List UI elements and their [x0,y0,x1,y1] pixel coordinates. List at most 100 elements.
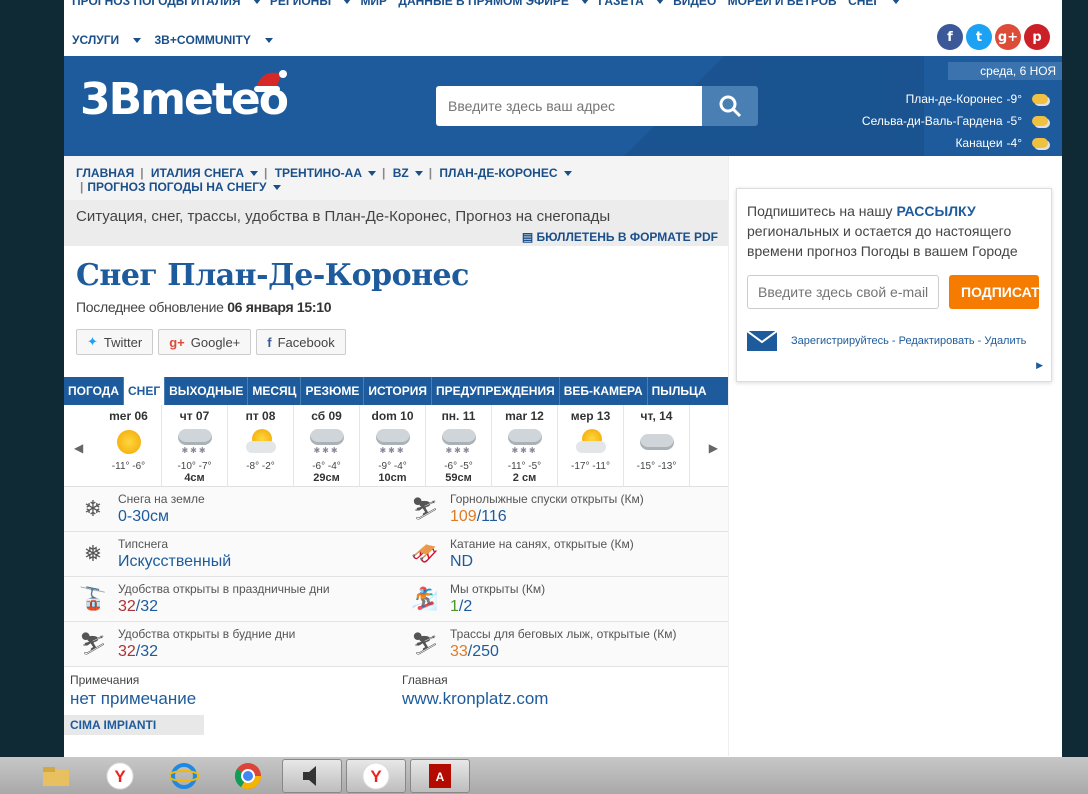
svg-text:Y: Y [370,767,382,786]
share-facebook-button[interactable]: f Facebook [256,329,346,355]
cross-country-ski-icon: ⛷ [411,631,439,656]
tab-snow[interactable]: СНЕГ [124,377,166,405]
forecast-day[interactable]: пт 08 -8° -2° [228,405,294,486]
tab-warnings[interactable]: ПРЕДУПРЕЖДЕНИЯ [432,377,560,405]
search-icon [719,95,742,118]
prev-arrow-icon[interactable]: ◀ [74,441,83,455]
newsletter-box: Подпишитесь на нашу РАССЫЛКУ региональных… [736,188,1052,382]
nav-gazette[interactable]: ГАЗЕТА [598,0,643,8]
nav-world[interactable]: МИР [360,0,387,8]
tab-webcam[interactable]: ВЕБ-КАМЕРА [560,377,648,405]
city-item[interactable]: Канацеи -4° [862,132,1048,154]
breadcrumb-trentino[interactable]: ТРЕНТИНО-АА [275,166,362,180]
breadcrumb-snow-forecast[interactable]: ПРОГНОЗ ПОГОДЫ НА СНЕГУ [87,180,266,194]
next-icon[interactable]: ▶ [1036,360,1043,371]
forecast-day-label: мер 13 [570,409,611,423]
search-input[interactable] [436,86,702,126]
sun-cloud-icon [1032,94,1048,104]
share-google-button[interactable]: g+ Google+ [158,329,252,355]
forecast-temp: -8° -2° [246,461,275,472]
snow-cloud-icon: ✱✱✱ [177,429,212,455]
nav-video[interactable]: ВИДЕО [673,0,716,8]
googleplus-icon: g+ [169,334,185,350]
tab-summary[interactable]: РЕЗЮМЕ [301,377,365,405]
situation-text: Ситуация, снег, трассы, удобства в План-… [76,208,611,225]
tab-weekend[interactable]: ВЫХОДНЫЕ [165,377,249,405]
facebook-icon: f [267,334,272,350]
twitter-icon: ✦ [87,334,98,349]
snow-crystal-icon: ❅ [83,541,103,566]
page-title: Снег План-Де-Коронес [76,258,469,293]
breadcrumb-home[interactable]: ГЛАВНАЯ [76,166,134,180]
nav-services[interactable]: УСЛУГИ [72,33,119,47]
register-links[interactable]: Зарегистрируйтесь - Редактировать - Удал… [791,335,1026,347]
forecast-day[interactable]: mer 06 -11° -6° [96,405,162,486]
notes-value: нет примечание [70,689,197,708]
email-field[interactable] [747,275,939,309]
snow-type: ❅ Типснега Искусственный [64,532,396,577]
nav-live[interactable]: ДАННЫЕ В ПРЯМОМ ЭФИРЕ [398,0,569,8]
cima-impianti-header[interactable]: CIMA IMPIANTI [64,715,204,735]
forecast-day[interactable]: mar 12 ✱✱✱ -11° -5° 2 см [492,405,558,486]
envelope-icon [746,330,778,351]
sun-cloud-icon [1032,138,1048,148]
next-arrow-icon[interactable]: ▶ [709,441,718,455]
breadcrumb-bz[interactable]: BZ [393,166,409,180]
forecast-day[interactable]: чт, 14 -15° -13° [624,405,690,486]
tab-weather[interactable]: ПОГОДА [64,377,124,405]
tab-pollen[interactable]: ПЫЛЬЦА [648,377,711,405]
nav-community[interactable]: 3B+COMMUNITY [155,33,251,47]
yandex-active-icon[interactable]: Y [346,758,406,793]
forecast-day[interactable]: dom 10 ✱✱✱ -9° -4° 10cm [360,405,426,486]
pinterest-icon[interactable]: p [1024,24,1050,50]
ski-jump-icon: ⛷ [79,631,107,656]
nav-regions[interactable]: РЕГИОНЫ [270,0,331,8]
facebook-icon[interactable]: f [937,24,963,50]
forecast-day[interactable]: пн. 11 ✱✱✱ -6° -5° 59см [426,405,492,486]
city-item[interactable]: План-де-Коронес -9° [862,88,1048,110]
snow-cloud-icon: ✱✱✱ [309,429,344,455]
sun-cloud-icon [574,429,608,455]
santa-hat-icon [254,70,287,92]
forecast-day-label: пн. 11 [441,409,476,423]
home-label: Главная [402,673,448,687]
forecast-snow: 59см [445,472,472,484]
share-twitter-button[interactable]: ✦ Twitter [76,329,154,355]
tab-month[interactable]: МЕСЯЦ [248,377,302,405]
breadcrumb-plan[interactable]: ПЛАН-ДЕ-КОРОНЕС [439,166,557,180]
subscribe-button[interactable]: ПОДПИСАТЬСЯ [949,275,1039,309]
forecast-day-label: сб 09 [311,409,342,423]
search-button[interactable] [702,86,758,126]
home-link[interactable]: www.kronplatz.com [402,689,722,709]
pdf-icon: ▤ [521,230,537,244]
snow-cloud-icon: ✱✱✱ [441,429,476,455]
forecast-day[interactable]: сб 09 ✱✱✱ -6° -4° 29см [294,405,360,486]
city-item[interactable]: Сельва-ди-Валь-Гардена -5° [862,110,1048,132]
file-explorer-icon[interactable] [26,759,86,793]
cloud-icon [639,434,674,450]
chrome-icon[interactable] [218,759,278,793]
forecast-snow: 2 см [512,472,537,484]
forecast-temp: -11° -6° [111,461,146,472]
yandex-browser-icon[interactable]: Y [90,759,150,793]
nav-snow[interactable]: СНЕГ [848,0,880,8]
address-search [436,86,758,126]
svg-text:A: A [436,770,445,784]
forecast-day[interactable]: мер 13 -17° -11° [558,405,624,486]
twitter-icon[interactable]: t [966,24,992,50]
googleplus-icon[interactable]: g+ [995,24,1021,50]
pdf-bulletin-link[interactable]: ▤ БЮЛЛЕТЕНЬ В ФОРМАТЕ PDF [522,230,718,244]
forecast-snow: 10cm [378,472,407,484]
breadcrumb-italy-snow[interactable]: ИТАЛИЯ СНЕГА [151,166,244,180]
newsletter-text: Подпишитесь на нашу РАССЫЛКУ региональных… [747,203,1018,259]
nav-italy[interactable]: ПРОГНОЗ ПОГОДЫ ИТАЛИЯ [72,0,241,8]
forecast-temp: -6° -4° [312,461,341,472]
notes-label: Примечания [70,673,140,687]
pdf-reader-icon[interactable]: A [410,758,470,793]
nav-seas[interactable]: МОРЕЙ И ВЕТРОВ [728,0,837,8]
tab-history[interactable]: ИСТОРИЯ [364,377,432,405]
internet-explorer-icon[interactable] [154,759,214,793]
speaker-icon[interactable] [282,758,342,793]
nav-row2: УСЛУГИ 3B+COMMUNITY [72,33,283,47]
forecast-day[interactable]: чт 07 ✱✱✱ -10° -7° 4см [162,405,228,486]
